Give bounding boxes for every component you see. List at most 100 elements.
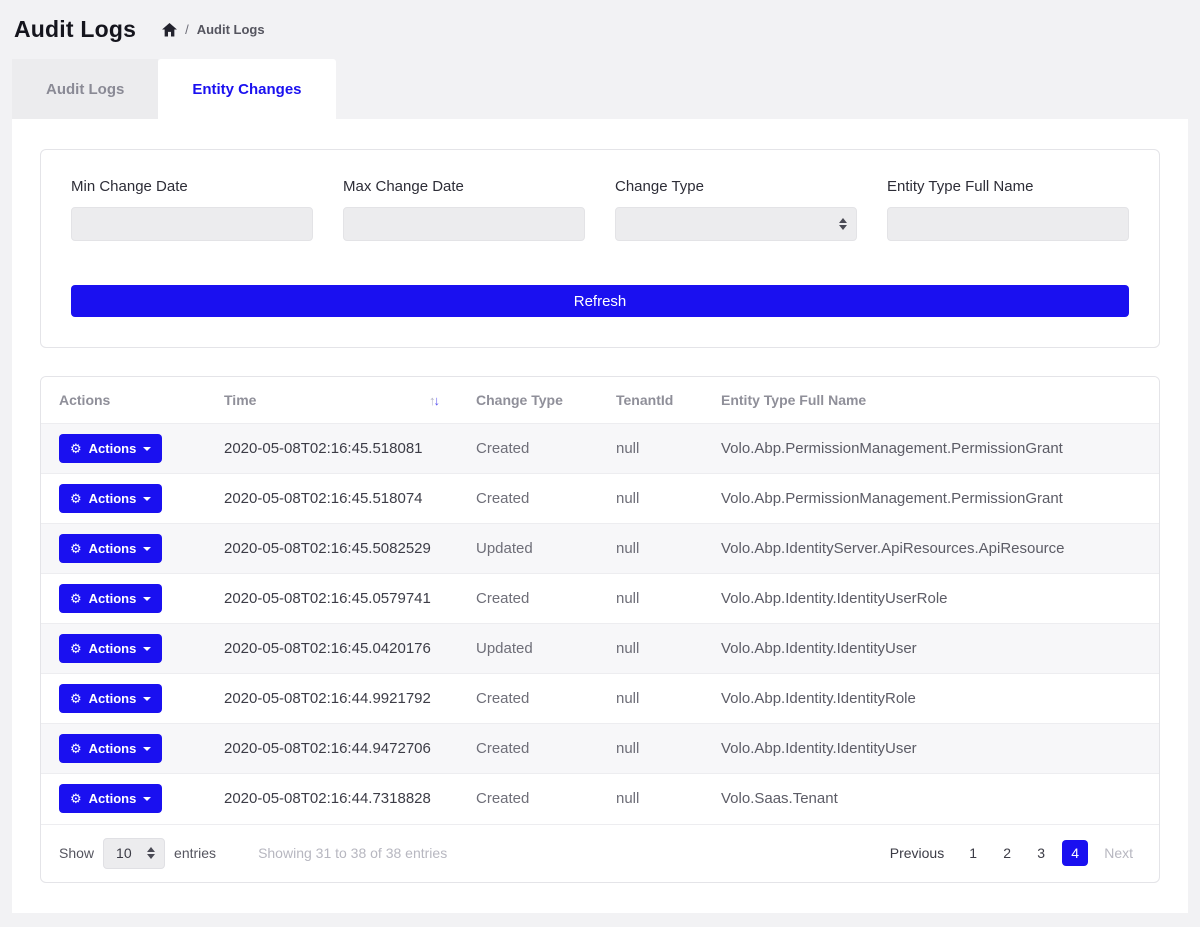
entity-type-cell: Volo.Abp.PermissionManagement.Permission… [703,474,1159,524]
tab-audit-logs[interactable]: Audit Logs [12,59,158,119]
tenant-id-cell: null [598,624,703,674]
change-type-cell: Updated [458,524,598,574]
table-row: ⚙ Actions 2020-05-08T02:16:45.518081 Cre… [41,424,1159,474]
gear-icon: ⚙ [70,492,82,505]
caret-down-icon [143,447,151,451]
actions-cell: ⚙ Actions [41,524,206,574]
max-change-date-input[interactable] [343,207,585,241]
row-actions-button[interactable]: ⚙ Actions [59,434,162,463]
page-size-group: Show 10 entries [59,838,216,869]
change-type-cell: Updated [458,624,598,674]
row-actions-button[interactable]: ⚙ Actions [59,634,162,663]
min-change-date-input[interactable] [71,207,313,241]
table-body: ⚙ Actions 2020-05-08T02:16:45.518081 Cre… [41,424,1159,824]
table-header-row: Actions Time ↑↓ Change Type TenantId Ent… [41,377,1159,424]
table-row: ⚙ Actions 2020-05-08T02:16:45.518074 Cre… [41,474,1159,524]
change-type-cell: Created [458,724,598,774]
caret-down-icon [143,747,151,751]
tenant-id-cell: null [598,424,703,474]
tenant-id-cell: null [598,774,703,824]
page-size-select-wrap: 10 [103,838,165,869]
time-cell: 2020-05-08T02:16:44.9921792 [206,674,458,724]
filter-card: Min Change Date Max Change Date Change T… [40,149,1160,348]
tab-row: Audit Logs Entity Changes [12,59,1188,119]
show-label: Show [59,845,94,861]
filter-grid: Min Change Date Max Change Date Change T… [71,178,1129,241]
row-actions-button[interactable]: ⚙ Actions [59,684,162,713]
column-header-actions: Actions [41,377,206,424]
change-type-cell: Created [458,574,598,624]
actions-cell: ⚙ Actions [41,624,206,674]
filter-field-min-change-date: Min Change Date [71,178,313,241]
change-type-cell: Created [458,774,598,824]
caret-down-icon [143,697,151,701]
caret-down-icon [143,597,151,601]
table-row: ⚙ Actions 2020-05-08T02:16:45.0420176 Up… [41,624,1159,674]
page-title: Audit Logs [14,16,136,43]
table-row: ⚙ Actions 2020-05-08T02:16:45.0579741 Cr… [41,574,1159,624]
sort-icon[interactable]: ↑↓ [429,393,438,408]
entity-changes-table-card: Actions Time ↑↓ Change Type TenantId Ent… [40,376,1160,883]
table-row: ⚙ Actions 2020-05-08T02:16:44.9921792 Cr… [41,674,1159,724]
breadcrumb-separator: / [185,22,189,37]
gear-icon: ⚙ [70,742,82,755]
change-type-select[interactable] [615,207,857,241]
home-icon[interactable] [162,23,177,37]
row-actions-button[interactable]: ⚙ Actions [59,784,162,813]
row-actions-button[interactable]: ⚙ Actions [59,584,162,613]
tenant-id-cell: null [598,724,703,774]
row-actions-button[interactable]: ⚙ Actions [59,534,162,563]
pagination-previous[interactable]: Previous [882,839,952,867]
column-header-time[interactable]: Time ↑↓ [206,377,458,424]
gear-icon: ⚙ [70,692,82,705]
actions-cell: ⚙ Actions [41,474,206,524]
entity-type-cell: Volo.Saas.Tenant [703,774,1159,824]
row-actions-button[interactable]: ⚙ Actions [59,484,162,513]
page-size-select[interactable]: 10 [103,838,165,869]
entity-type-cell: Volo.Abp.Identity.IdentityRole [703,674,1159,724]
pagination-next[interactable]: Next [1096,839,1141,867]
entity-type-label: Entity Type Full Name [887,178,1129,195]
caret-down-icon [143,547,151,551]
actions-cell: ⚙ Actions [41,674,206,724]
pagination-page-4[interactable]: 4 [1062,840,1088,866]
pagination-page-2[interactable]: 2 [994,840,1020,866]
time-cell: 2020-05-08T02:16:45.0420176 [206,624,458,674]
entries-label: entries [174,845,216,861]
entity-type-cell: Volo.Abp.PermissionManagement.Permission… [703,424,1159,474]
filter-field-max-change-date: Max Change Date [343,178,585,241]
column-header-tenant-id: TenantId [598,377,703,424]
entity-type-input[interactable] [887,207,1129,241]
filter-field-entity-type: Entity Type Full Name [887,178,1129,241]
tab-entity-changes[interactable]: Entity Changes [158,59,335,119]
time-cell: 2020-05-08T02:16:44.7318828 [206,774,458,824]
time-cell: 2020-05-08T02:16:45.518074 [206,474,458,524]
actions-cell: ⚙ Actions [41,574,206,624]
time-cell: 2020-05-08T02:16:45.5082529 [206,524,458,574]
column-header-entity-type: Entity Type Full Name [703,377,1159,424]
entity-changes-table: Actions Time ↑↓ Change Type TenantId Ent… [41,377,1159,824]
caret-down-icon [143,497,151,501]
gear-icon: ⚙ [70,642,82,655]
tenant-id-cell: null [598,574,703,624]
gear-icon: ⚙ [70,542,82,555]
gear-icon: ⚙ [70,442,82,455]
tab-content-panel: Min Change Date Max Change Date Change T… [12,119,1188,913]
change-type-cell: Created [458,474,598,524]
change-type-cell: Created [458,674,598,724]
refresh-button[interactable]: Refresh [71,285,1129,317]
tenant-id-cell: null [598,674,703,724]
actions-cell: ⚙ Actions [41,424,206,474]
pagination-page-3[interactable]: 3 [1028,840,1054,866]
gear-icon: ⚙ [70,792,82,805]
time-cell: 2020-05-08T02:16:45.0579741 [206,574,458,624]
audit-logs-page: Audit Logs / Audit Logs Audit Logs Entit… [0,0,1200,913]
row-actions-button[interactable]: ⚙ Actions [59,734,162,763]
table-footer: Show 10 entries Showing 31 to 38 of 38 e… [41,824,1159,882]
entity-type-cell: Volo.Abp.Identity.IdentityUser [703,624,1159,674]
pagination: Previous 1234 Next [882,839,1141,867]
page-header: Audit Logs / Audit Logs [0,0,1200,59]
tabs-area: Audit Logs Entity Changes Min Change Dat… [12,59,1188,913]
table-row: ⚙ Actions 2020-05-08T02:16:45.5082529 Up… [41,524,1159,574]
pagination-page-1[interactable]: 1 [960,840,986,866]
